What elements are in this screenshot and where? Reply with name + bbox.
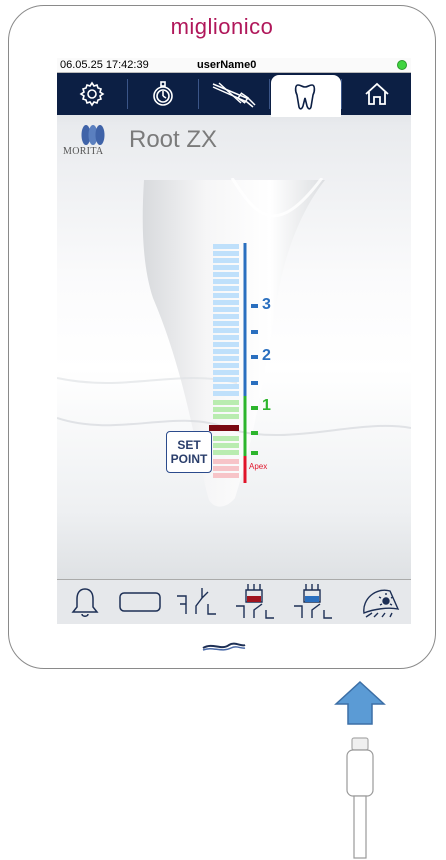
light-icon bbox=[363, 589, 400, 618]
apex-meter bbox=[209, 243, 258, 483]
motor-reverse-blue-icon bbox=[294, 584, 332, 619]
setpoint-marker bbox=[209, 425, 239, 431]
brand-logo: miglionico bbox=[170, 14, 274, 39]
motor-reverse-red-button[interactable] bbox=[229, 582, 281, 622]
device-frame: miglionico 06.05.25 17:42:39 userName0 M… bbox=[8, 5, 436, 669]
display-mode-button[interactable] bbox=[115, 582, 165, 622]
home-swipe-indicator-icon[interactable] bbox=[201, 639, 247, 655]
light-button[interactable] bbox=[353, 582, 407, 622]
scale-label-2: 2 bbox=[262, 347, 271, 364]
scale-label-3: 3 bbox=[262, 296, 271, 313]
motor-reverse-blue-button[interactable] bbox=[287, 582, 339, 622]
set-point-line2: POINT bbox=[170, 452, 208, 466]
bell-icon bbox=[71, 588, 99, 617]
set-point-button[interactable]: SET POINT bbox=[166, 431, 212, 473]
alarm-button[interactable] bbox=[63, 582, 107, 622]
set-point-line1: SET bbox=[177, 438, 201, 452]
scale-label-1: 1 bbox=[262, 397, 271, 414]
usb-cable-icon bbox=[334, 680, 386, 859]
screen: 06.05.25 17:42:39 userName0 MORITA Root … bbox=[57, 58, 411, 624]
bottom-toolbar bbox=[57, 579, 411, 624]
motor-stop-icon bbox=[177, 588, 216, 615]
apex-label: Apex bbox=[249, 462, 268, 471]
rectangle-icon bbox=[119, 592, 161, 612]
motor-reverse-red-icon bbox=[236, 584, 274, 619]
motor-stop-button[interactable] bbox=[171, 582, 221, 622]
